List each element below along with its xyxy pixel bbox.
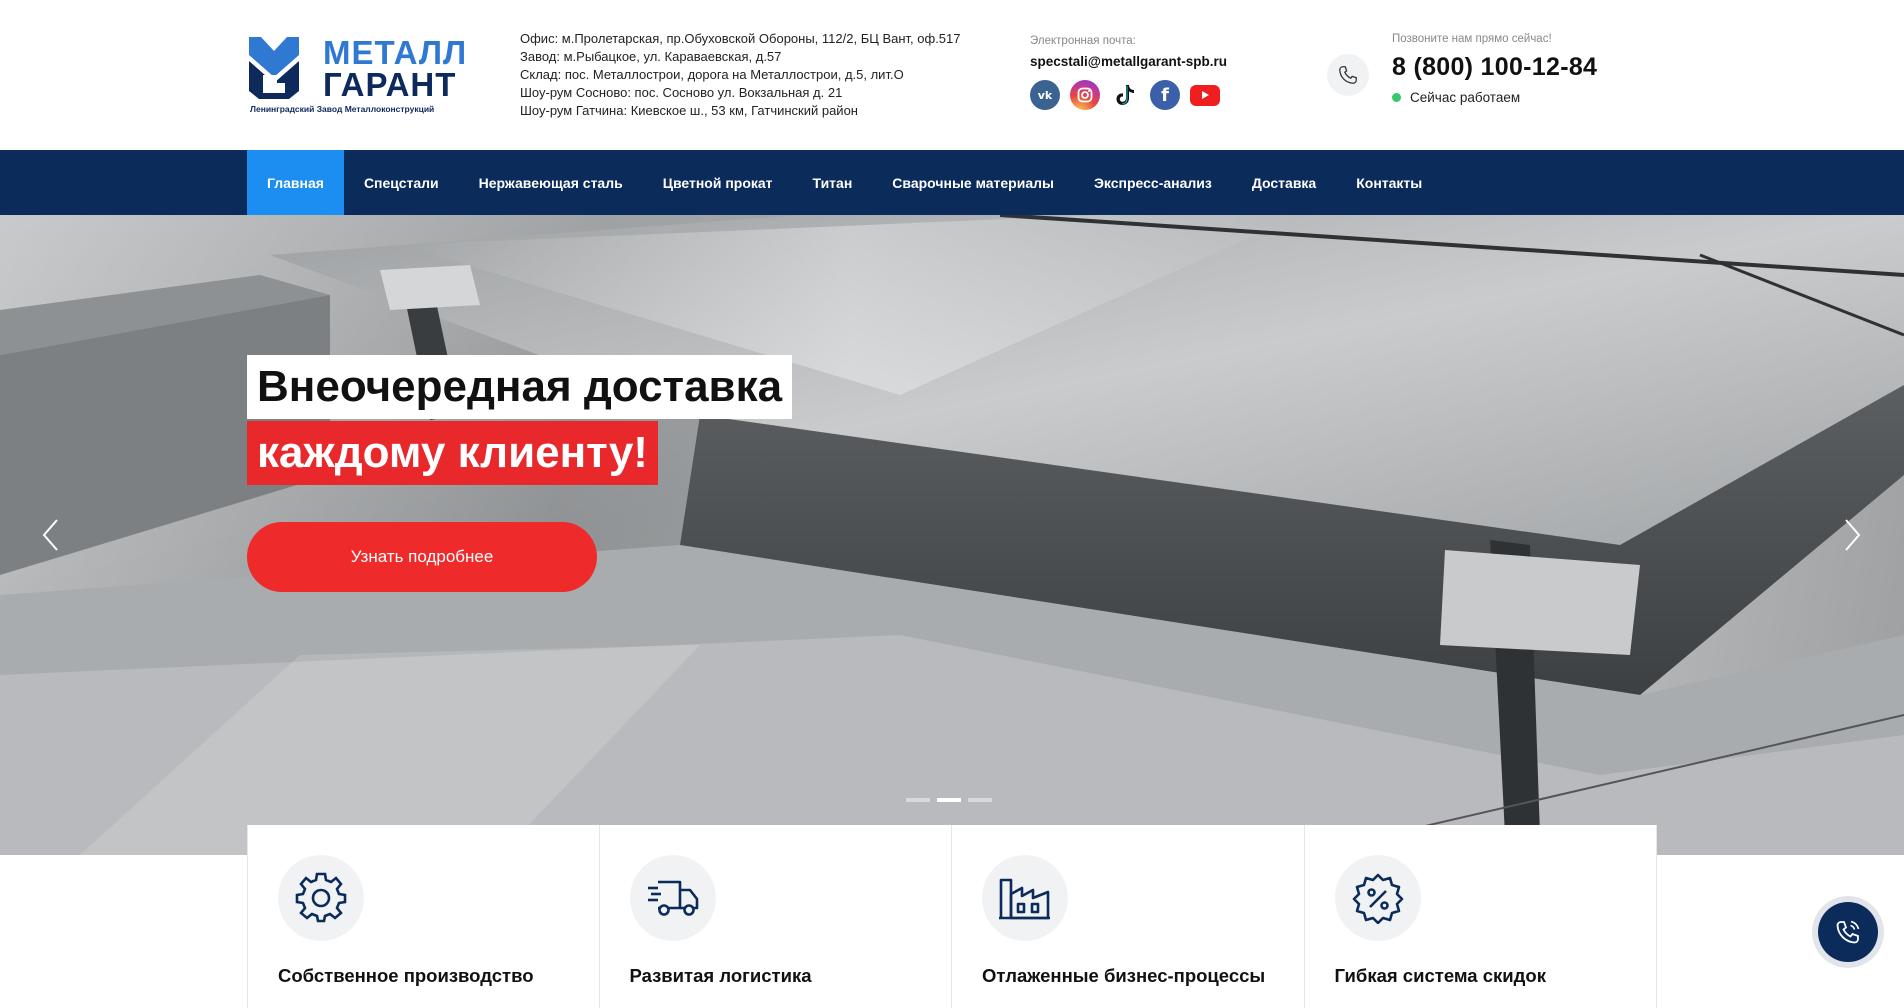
address-showroom-sosnovo: Шоу-рум Сосново: пос. Сосново ул. Вокзал… — [520, 85, 843, 100]
logo-word-2: ГАРАНТ — [323, 66, 457, 103]
slide-dot-1[interactable] — [906, 798, 930, 802]
work-status-label: Сейчас работаем — [1410, 90, 1521, 105]
nav-item-welding[interactable]: Сварочные материалы — [872, 150, 1074, 215]
site-header: МЕТАЛЛ ГАРАНТ Ленинградский Завод Металл… — [0, 0, 1904, 150]
hero-slider: Внеочередная доставка каждому клиенту! У… — [0, 215, 1904, 855]
feature-title: Гибкая система скидок — [1334, 965, 1546, 986]
address-list: Офис: м.Пролетарская, пр.Обуховской Обор… — [520, 30, 961, 120]
feature-title: Отлаженные бизнес-процессы — [982, 965, 1266, 986]
email-block: Электронная почта: specstali@metallgaran… — [1030, 35, 1227, 110]
gear-icon — [278, 855, 364, 941]
feature-title: Развитая логистика — [629, 965, 812, 986]
slide-dot-2[interactable] — [937, 798, 961, 802]
learn-more-button[interactable]: Узнать подробнее — [247, 522, 597, 592]
feature-card: Развитая логистика — [599, 825, 952, 1008]
nav-item-delivery[interactable]: Доставка — [1232, 150, 1336, 215]
email-link[interactable]: specstali@metallgarant-spb.ru — [1030, 54, 1227, 69]
logo-subtitle: Ленинградский Завод Металлоконструкций — [250, 104, 435, 114]
nav-item-contacts[interactable]: Контакты — [1336, 150, 1442, 215]
prev-slide-arrow-icon[interactable] — [35, 515, 65, 555]
nav-item-non-ferrous[interactable]: Цветной прокат — [643, 150, 793, 215]
feature-card: Собственное производство — [247, 825, 600, 1008]
social-links: vk f — [1030, 80, 1227, 110]
nav-item-titanium[interactable]: Титан — [793, 150, 873, 215]
address-office: Офис: м.Пролетарская, пр.Обуховской Обор… — [520, 31, 961, 46]
logo-mark-icon — [249, 37, 299, 99]
main-nav: Главная Спецстали Нержавеющая сталь Цвет… — [0, 150, 1904, 215]
phone-label: Позвоните нам прямо сейчас! — [1392, 33, 1552, 45]
hero-title-line2: каждому клиенту! — [247, 421, 658, 485]
address-factory: Завод: м.Рыбацкое, ул. Караваевская, д.5… — [520, 49, 782, 64]
feature-card: Отлаженные бизнес-процессы — [952, 825, 1305, 1008]
status-dot-icon — [1392, 93, 1401, 102]
nav-item-home[interactable]: Главная — [247, 150, 344, 215]
slide-dot-3[interactable] — [968, 798, 992, 802]
slider-pagination — [906, 798, 992, 802]
hero-title-line1: Внеочередная доставка — [247, 355, 793, 419]
work-status: Сейчас работаем — [1392, 90, 1597, 105]
phone-icon — [1327, 54, 1369, 96]
tiktok-icon[interactable] — [1110, 80, 1140, 110]
youtube-icon[interactable] — [1190, 80, 1220, 110]
next-slide-arrow-icon[interactable] — [1838, 515, 1868, 555]
facebook-icon[interactable]: f — [1150, 80, 1180, 110]
email-label: Электронная почта: — [1030, 35, 1136, 47]
address-showroom-gatchina: Шоу-рум Гатчина: Киевское ш., 53 км, Гат… — [520, 103, 858, 118]
address-warehouse: Склад: пос. Металлострои, дорога на Мета… — [520, 67, 904, 82]
nav-item-express-analysis[interactable]: Экспресс-анализ — [1074, 150, 1232, 215]
phone-number-link[interactable]: 8 (800) 100-12-84 — [1392, 53, 1597, 82]
logo[interactable]: МЕТАЛЛ ГАРАНТ Ленинградский Завод Металл… — [247, 30, 466, 120]
discount-icon — [1334, 855, 1421, 941]
callback-button[interactable] — [1818, 902, 1878, 962]
truck-icon — [629, 855, 716, 941]
phone-call-icon — [1836, 920, 1860, 944]
feature-title: Собственное производство — [278, 965, 534, 986]
factory-icon — [982, 855, 1068, 941]
instagram-icon[interactable] — [1070, 80, 1100, 110]
feature-card: Гибкая система скидок — [1304, 825, 1657, 1008]
logo-word-1: МЕТАЛЛ — [323, 34, 468, 71]
nav-item-special-steels[interactable]: Спецстали — [344, 150, 459, 215]
nav-item-stainless-steel[interactable]: Нержавеющая сталь — [459, 150, 643, 215]
vk-icon[interactable]: vk — [1030, 80, 1060, 110]
features-row: Собственное производство Развитая логист… — [247, 825, 1657, 1008]
nav-menu: Главная Спецстали Нержавеющая сталь Цвет… — [247, 150, 1442, 215]
phone-block: Позвоните нам прямо сейчас! 8 (800) 100-… — [1392, 33, 1597, 105]
